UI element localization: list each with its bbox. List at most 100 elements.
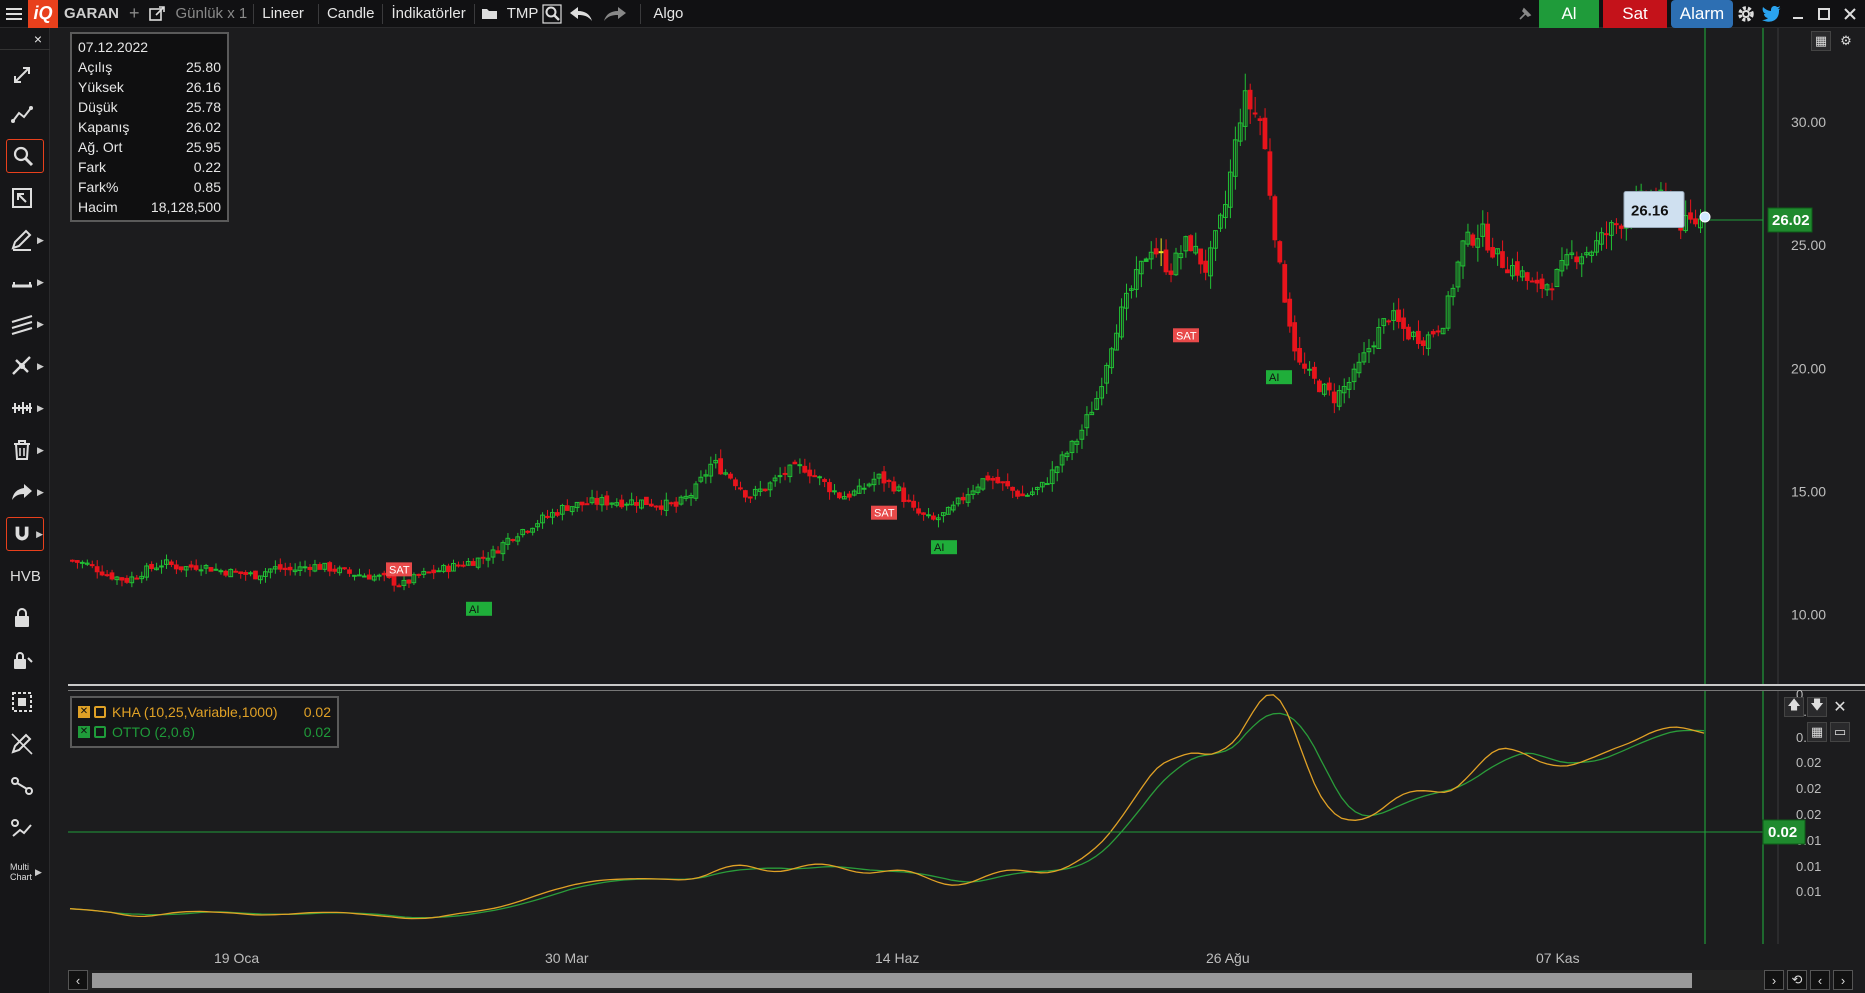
candle-body	[159, 565, 164, 568]
candle-body	[391, 576, 397, 586]
indicator-layout-icon[interactable]: ▦	[1807, 722, 1827, 742]
candle-body	[777, 475, 783, 478]
close-indicator-icon[interactable]: ✕	[1830, 697, 1850, 717]
candle-body	[277, 564, 283, 570]
candle-body	[1435, 330, 1441, 333]
sell-button[interactable]: Sat	[1603, 0, 1667, 28]
candle-body	[901, 487, 907, 503]
move-up-icon[interactable]: 🡅	[1784, 697, 1804, 717]
horizontal-line-icon[interactable]: ▶	[6, 265, 44, 299]
candle-body	[1396, 309, 1401, 322]
alarm-button[interactable]: Alarm	[1671, 0, 1733, 28]
hide-drawings-icon[interactable]	[6, 727, 44, 761]
share-icon[interactable]: ▶	[6, 475, 44, 509]
remove-indicator-icon[interactable]: ✕	[78, 706, 90, 718]
chart-settings-icon[interactable]: ⚙	[1836, 31, 1856, 51]
pencil-tools-icon[interactable]: ▶	[6, 223, 44, 257]
panel-splitter[interactable]	[68, 684, 1865, 691]
indicator-window-icon[interactable]: ▭	[1830, 722, 1850, 742]
trash-icon[interactable]: ▶	[6, 433, 44, 467]
resize-icon[interactable]	[6, 181, 44, 215]
price-chart-panel[interactable]: 30.00 25.00 20.00 15.00 10.00 26.02 26.16 SAT AI…	[68, 28, 1865, 684]
info-value: 18,128,500	[150, 199, 221, 215]
measure-tools-icon[interactable]: ▶	[6, 391, 44, 425]
indicator-tick-label: 0.02	[1796, 755, 1821, 770]
lock-drawings-icon[interactable]	[6, 643, 44, 677]
magnet-icon[interactable]: ▶	[6, 517, 44, 551]
candle-body	[718, 458, 724, 475]
multi-chart-button[interactable]: Multi Chart ▶	[6, 855, 44, 889]
gear-icon[interactable]	[1733, 0, 1759, 28]
step-back-icon[interactable]: ‹	[1810, 970, 1830, 990]
trend-line-icon[interactable]	[6, 98, 44, 132]
expand-icon[interactable]	[6, 58, 44, 92]
external-link-icon[interactable]	[144, 0, 170, 28]
chart-type-selector[interactable]: Candle	[319, 0, 383, 28]
twitter-icon[interactable]	[1759, 0, 1785, 28]
scrollbar-thumb[interactable]	[92, 973, 1692, 988]
legend-row-kha[interactable]: ✕ KHA (10,25,Variable,1000) 0.02	[78, 702, 331, 722]
redo-icon[interactable]	[598, 0, 632, 28]
layout-grid-icon[interactable]: ▦	[1811, 31, 1831, 51]
candle-body	[644, 496, 649, 506]
candle-body	[253, 570, 258, 580]
select-area-icon[interactable]	[6, 685, 44, 719]
candle-body	[1470, 234, 1476, 246]
node-line-icon[interactable]	[6, 769, 44, 803]
scale-selector[interactable]: Lineer	[254, 0, 318, 28]
signal-label: AI	[469, 604, 479, 616]
candle-body	[1015, 490, 1020, 497]
candle-body	[931, 515, 936, 520]
indicators-menu[interactable]: İndikatörler	[383, 0, 473, 28]
legend-row-otto[interactable]: ✕ OTTO (2,0.6) 0.02	[78, 722, 331, 742]
candle-body	[426, 571, 432, 574]
candle-body	[594, 497, 600, 505]
menu-icon[interactable]	[0, 0, 28, 28]
close-window-icon[interactable]	[1837, 0, 1865, 28]
symbol-name[interactable]: GARAN	[58, 0, 125, 28]
fibonacci-tools-icon[interactable]: ▶	[6, 349, 44, 383]
move-down-icon[interactable]: 🡇	[1807, 697, 1827, 717]
pin-icon[interactable]	[1511, 0, 1539, 28]
candle-body	[921, 512, 926, 515]
info-row: Hacim 18,128,500	[78, 197, 221, 217]
remove-indicator-icon[interactable]: ✕	[78, 726, 90, 738]
buy-button[interactable]: Al	[1539, 0, 1599, 28]
step-forward-icon[interactable]: ›	[1833, 970, 1853, 990]
template-button[interactable]: TMP	[505, 0, 541, 28]
indicator-settings-icon[interactable]	[94, 726, 106, 738]
chart-trend-icon[interactable]	[6, 811, 44, 845]
drawing-toolbar: × ▶ ▶ ▶ ▶ ▶ ▶ ▶ ▶ HVB Multi Chart ▶	[0, 28, 50, 993]
candle-body	[1485, 223, 1491, 251]
maximize-window-icon[interactable]	[1811, 0, 1837, 28]
reset-zoom-icon[interactable]: ⟲	[1787, 970, 1807, 990]
algo-button[interactable]: Algo	[641, 0, 695, 28]
candle-body	[327, 562, 333, 572]
candle-body	[1529, 280, 1535, 283]
folder-icon[interactable]	[475, 0, 505, 28]
candle-body	[1282, 264, 1288, 303]
undo-icon[interactable]	[564, 0, 598, 28]
add-symbol-button[interactable]: +	[125, 0, 144, 28]
close-toolbar-button[interactable]: ×	[0, 28, 50, 50]
candle-body	[891, 481, 897, 492]
zoom-search-icon[interactable]	[540, 0, 564, 28]
zoom-tool-icon[interactable]	[6, 139, 44, 173]
minimize-window-icon[interactable]	[1785, 0, 1811, 28]
period-selector[interactable]: Günlük x 1	[170, 0, 254, 28]
candle-body	[495, 550, 501, 554]
multi-chart-label: Multi Chart	[10, 862, 32, 882]
scroll-left-icon[interactable]: ‹	[68, 970, 88, 990]
candle-body	[762, 488, 768, 492]
hvb-button[interactable]: HVB	[6, 559, 44, 593]
price-chart-svg[interactable]: 30.00 25.00 20.00 15.00 10.00 26.02 26.16 SAT AI…	[68, 28, 1865, 684]
channel-tools-icon[interactable]: ▶	[6, 307, 44, 341]
candle-body	[1371, 345, 1377, 348]
indicator-tick-label: 0.01	[1796, 884, 1821, 899]
info-label: Fark%	[78, 179, 119, 195]
indicator-settings-icon[interactable]	[94, 706, 106, 718]
candle-body	[1490, 247, 1495, 258]
scroll-right-icon[interactable]: ›	[1764, 970, 1784, 990]
candle-body	[579, 501, 585, 506]
lock-icon[interactable]	[6, 601, 44, 635]
